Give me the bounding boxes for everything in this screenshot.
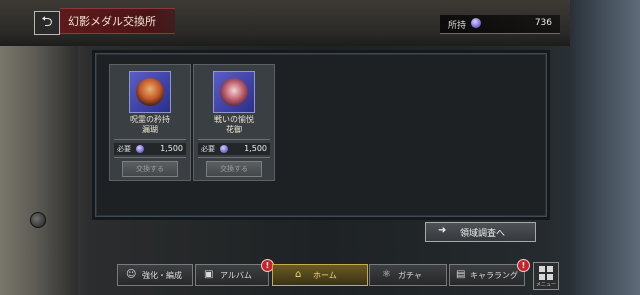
home-icon: ⌂ bbox=[295, 269, 302, 280]
survey-button-label: 領域調査へ bbox=[460, 229, 506, 239]
cost-value: 1,500 bbox=[244, 144, 267, 153]
gacha-icon: ⚛ bbox=[382, 269, 391, 280]
arrow-right-icon: ➜ bbox=[438, 225, 447, 236]
item-portrait bbox=[213, 71, 255, 113]
nav-tab-label: ガチャ bbox=[398, 271, 422, 280]
nav-tab-character[interactable]: ▤ キャララング ! bbox=[449, 259, 530, 286]
background-pillar bbox=[570, 0, 640, 295]
cost-label: 必要 bbox=[201, 145, 215, 153]
nav-tab-label: アルバム bbox=[220, 271, 252, 280]
grid-menu-icon bbox=[539, 266, 553, 280]
page-title: 幻影メダル交換所 bbox=[68, 15, 156, 28]
item-portrait bbox=[129, 71, 171, 113]
nav-tab-label: キャララング bbox=[470, 271, 518, 280]
exchange-item-card[interactable]: 呪霊の矜持 漏瑚 必要 1,500 交換する bbox=[109, 64, 191, 181]
nav-tab-enhance[interactable]: ☺ 強化・編成 bbox=[117, 264, 193, 286]
currency-label: 所持 bbox=[448, 21, 467, 31]
title-banner: 幻影メダル交換所 bbox=[60, 8, 175, 34]
menu-button[interactable]: メニュー bbox=[533, 262, 559, 290]
item-name: 戦いの愉悦 bbox=[214, 115, 254, 124]
item-name: 呪霊の矜持 bbox=[130, 115, 170, 124]
nav-tab-label: 強化・編成 bbox=[142, 271, 182, 280]
divider bbox=[114, 157, 186, 158]
exchange-item-card[interactable]: 戦いの愉悦 花御 必要 1,500 交換する bbox=[193, 64, 275, 181]
phantom-medal-icon bbox=[220, 145, 228, 153]
nav-tab-home[interactable]: ⌂ ホーム bbox=[272, 264, 368, 286]
domain-survey-button[interactable]: ➜ 領域調査へ bbox=[425, 222, 536, 242]
cost-label: 必要 bbox=[117, 145, 131, 153]
cost-row: 必要 1,500 bbox=[198, 143, 270, 155]
cost-value: 1,500 bbox=[160, 144, 183, 153]
party-icon: ☺ bbox=[126, 269, 137, 280]
notification-badge: ! bbox=[517, 259, 530, 272]
character-icon: ▤ bbox=[456, 269, 466, 280]
exchange-button[interactable]: 交換する bbox=[206, 161, 262, 177]
phantom-medal-icon bbox=[136, 145, 144, 153]
nav-tab-album[interactable]: ▣ アルバム ! bbox=[195, 259, 274, 286]
divider bbox=[198, 139, 270, 140]
album-icon: ▣ bbox=[204, 269, 214, 280]
phantom-medal-icon bbox=[471, 18, 481, 28]
nav-tab-gacha[interactable]: ⚛ ガチャ bbox=[369, 264, 447, 286]
menu-label: メニュー bbox=[535, 282, 556, 288]
divider bbox=[114, 139, 186, 140]
exchange-panel: 呪霊の矜持 漏瑚 必要 1,500 交換する 戦いの愉悦 花御 必要 1,500… bbox=[95, 53, 547, 217]
cost-row: 必要 1,500 bbox=[114, 143, 186, 155]
item-character: 漏瑚 bbox=[142, 125, 158, 134]
currency-display: 所持 736 bbox=[440, 15, 560, 34]
door-knob bbox=[30, 212, 46, 228]
divider bbox=[198, 157, 270, 158]
exchange-button[interactable]: 交換する bbox=[122, 161, 178, 177]
back-button[interactable]: ⮌ bbox=[34, 11, 60, 35]
back-arrow-icon: ⮌ bbox=[41, 14, 53, 30]
nav-tab-label: ホーム bbox=[313, 271, 337, 280]
currency-value: 736 bbox=[534, 18, 552, 28]
item-character: 花御 bbox=[226, 125, 242, 134]
